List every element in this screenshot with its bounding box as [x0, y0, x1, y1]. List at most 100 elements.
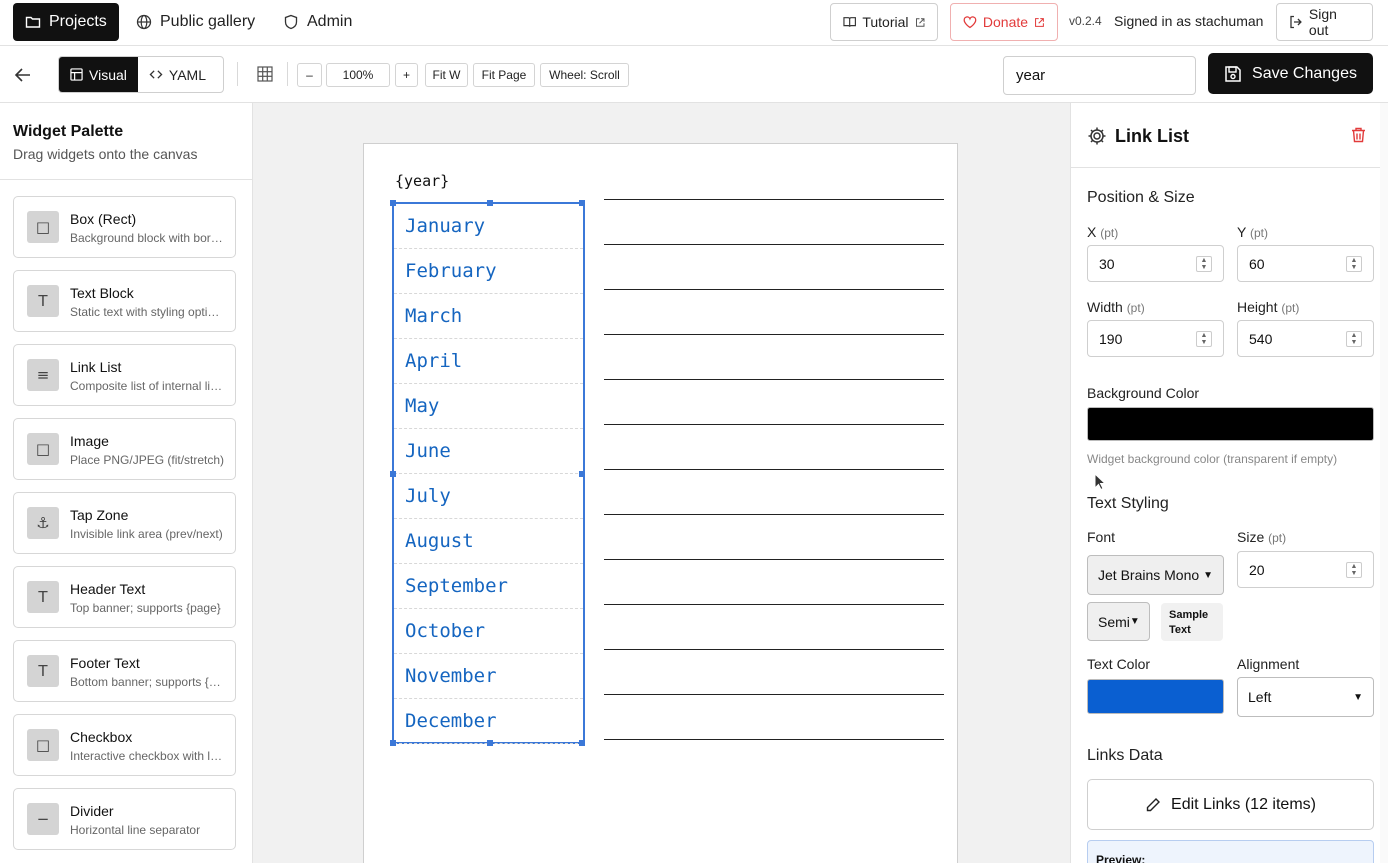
palette-item-desc: Top banner; supports {page} [70, 601, 221, 615]
tutorial-button[interactable]: Tutorial [830, 3, 938, 41]
design-canvas[interactable]: {year} January February March April May June J… [253, 103, 1070, 863]
text-icon: T [27, 581, 59, 613]
anchor-icon: ⚓ [27, 507, 59, 539]
link-list-item[interactable]: April [394, 339, 583, 384]
link-list-item[interactable]: October [394, 609, 583, 654]
link-list-widget[interactable]: January February March April May June July Augu… [390, 200, 585, 746]
palette-item-name: Link List [70, 359, 122, 375]
link-list-item[interactable]: June [394, 429, 583, 474]
weight-select[interactable]: Semi ▼ [1087, 602, 1150, 641]
resize-handle[interactable] [487, 200, 493, 206]
scrollbar[interactable] [1380, 103, 1388, 863]
year-text-widget[interactable]: {year} [395, 172, 449, 190]
x-label: X (pt) [1087, 224, 1118, 240]
text-color-swatch[interactable] [1087, 679, 1224, 714]
save-changes-button[interactable]: Save Changes [1208, 53, 1373, 94]
wheel-mode-button[interactable]: Wheel: Scroll [540, 63, 629, 87]
link-list-item[interactable]: November [394, 654, 583, 699]
spinner-icon[interactable]: ▲ ▼ [1196, 331, 1212, 347]
pencil-icon [1146, 797, 1161, 811]
palette-item[interactable]: □ Box (Rect) Background block with borders [13, 196, 236, 258]
alignment-select[interactable]: Left ▼ [1237, 677, 1374, 717]
font-select[interactable]: Jet Brains Mono ▼ [1087, 555, 1224, 595]
palette-item[interactable]: − Divider Horizontal line separator [13, 788, 236, 850]
link-list-item[interactable]: February [394, 249, 583, 294]
resize-handle[interactable] [390, 471, 396, 477]
size-field[interactable]: 20 ▲ ▼ [1237, 551, 1374, 588]
spinner-icon[interactable]: ▲ ▼ [1196, 256, 1212, 272]
palette-item[interactable]: T Text Block Static text with styling opti… [13, 270, 236, 332]
link-list-item[interactable]: September [394, 564, 583, 609]
writing-line [604, 424, 944, 425]
x-label-text: X [1087, 224, 1097, 240]
palette-item-name: Divider [70, 803, 114, 819]
palette-item-name: Tap Zone [70, 507, 129, 523]
donate-button[interactable]: Donate [950, 3, 1058, 41]
link-list-item[interactable]: March [394, 294, 583, 339]
toolbar-divider [237, 62, 238, 86]
position-size-heading: Position & Size [1087, 189, 1195, 206]
link-list-item-label: March [405, 305, 463, 327]
y-field[interactable]: 60 ▲ ▼ [1237, 245, 1374, 282]
palette-item-name: Box (Rect) [70, 211, 137, 227]
link-list-item[interactable]: December [394, 699, 583, 744]
resize-handle[interactable] [390, 200, 396, 206]
nav-projects[interactable]: Projects [13, 3, 119, 41]
resize-handle[interactable] [579, 471, 585, 477]
zoom-in-button[interactable]: + [395, 63, 418, 87]
spinner-icon[interactable]: ▲ ▼ [1346, 256, 1362, 272]
back-arrow-icon[interactable] [12, 64, 34, 86]
width-field[interactable]: 190 ▲ ▼ [1087, 320, 1224, 357]
palette-item[interactable]: ≡ Link List Composite list of internal lin… [13, 344, 236, 406]
link-list-item[interactable]: January [394, 204, 583, 249]
link-list-item[interactable]: July [394, 474, 583, 519]
link-list-item[interactable]: May [394, 384, 583, 429]
resize-handle[interactable] [579, 740, 585, 746]
trash-icon[interactable] [1351, 127, 1366, 143]
text-styling-heading: Text Styling [1087, 495, 1169, 512]
palette-item[interactable]: □ Image Place PNG/JPEG (fit/stretch) [13, 418, 236, 480]
visual-mode-button[interactable]: Visual [59, 57, 138, 92]
edit-links-button[interactable]: Edit Links (12 items) [1087, 779, 1374, 830]
grid-icon[interactable] [257, 66, 273, 82]
nav-public-gallery[interactable]: Public gallery [124, 3, 267, 41]
palette-item-name: Checkbox [70, 729, 133, 745]
spinner-icon[interactable]: ▲ ▼ [1346, 562, 1362, 578]
unit-label: (pt) [1249, 226, 1268, 240]
fit-width-button[interactable]: Fit W [425, 63, 468, 87]
palette-title: Widget Palette [13, 123, 124, 140]
palette-item[interactable]: □ Checkbox Interactive checkbox with label [13, 714, 236, 776]
unit-label: (pt) [1268, 531, 1287, 545]
background-color-swatch[interactable] [1087, 407, 1374, 441]
properties-header: Link List [1071, 103, 1388, 168]
x-field[interactable]: 30 ▲ ▼ [1087, 245, 1224, 282]
palette-item[interactable]: T Footer Text Bottom banner; supports {pag… [13, 640, 236, 702]
height-label: Height (pt) [1237, 299, 1299, 315]
palette-item[interactable]: T Header Text Top banner; supports {page} [13, 566, 236, 628]
fit-page-button[interactable]: Fit Page [473, 63, 535, 87]
palette-item[interactable]: ⚓ Tap Zone Invisible link area (prev/next) [13, 492, 236, 554]
spinner-icon[interactable]: ▲ ▼ [1346, 331, 1362, 347]
zoom-out-button[interactable]: – [297, 63, 322, 87]
height-field[interactable]: 540 ▲ ▼ [1237, 320, 1374, 357]
search-input[interactable] [1003, 56, 1196, 95]
sign-out-button[interactable]: Sign out [1276, 3, 1373, 41]
chevron-down-icon: ▼ [1203, 569, 1213, 581]
nav-admin[interactable]: Admin [271, 3, 364, 41]
page-preview[interactable]: {year} January February March April May June J… [363, 143, 958, 863]
resize-handle[interactable] [390, 740, 396, 746]
alignment-label: Alignment [1237, 656, 1300, 672]
writing-line [604, 199, 944, 200]
yaml-mode-button[interactable]: YAML [138, 57, 217, 92]
writing-line [604, 334, 944, 335]
resize-handle[interactable] [579, 200, 585, 206]
square-icon: □ [27, 211, 59, 243]
background-color-hint: Widget background color (transparent if … [1087, 452, 1338, 466]
zoom-level[interactable]: 100% [326, 63, 390, 87]
properties-panel: Link List Position & Size X (pt) Y (pt) … [1070, 103, 1388, 863]
link-list-item[interactable]: August [394, 519, 583, 564]
widget-palette: Widget Palette Drag widgets onto the can… [0, 103, 253, 863]
writing-line [604, 559, 944, 560]
resize-handle[interactable] [487, 740, 493, 746]
link-list-item-label: July [405, 485, 451, 507]
